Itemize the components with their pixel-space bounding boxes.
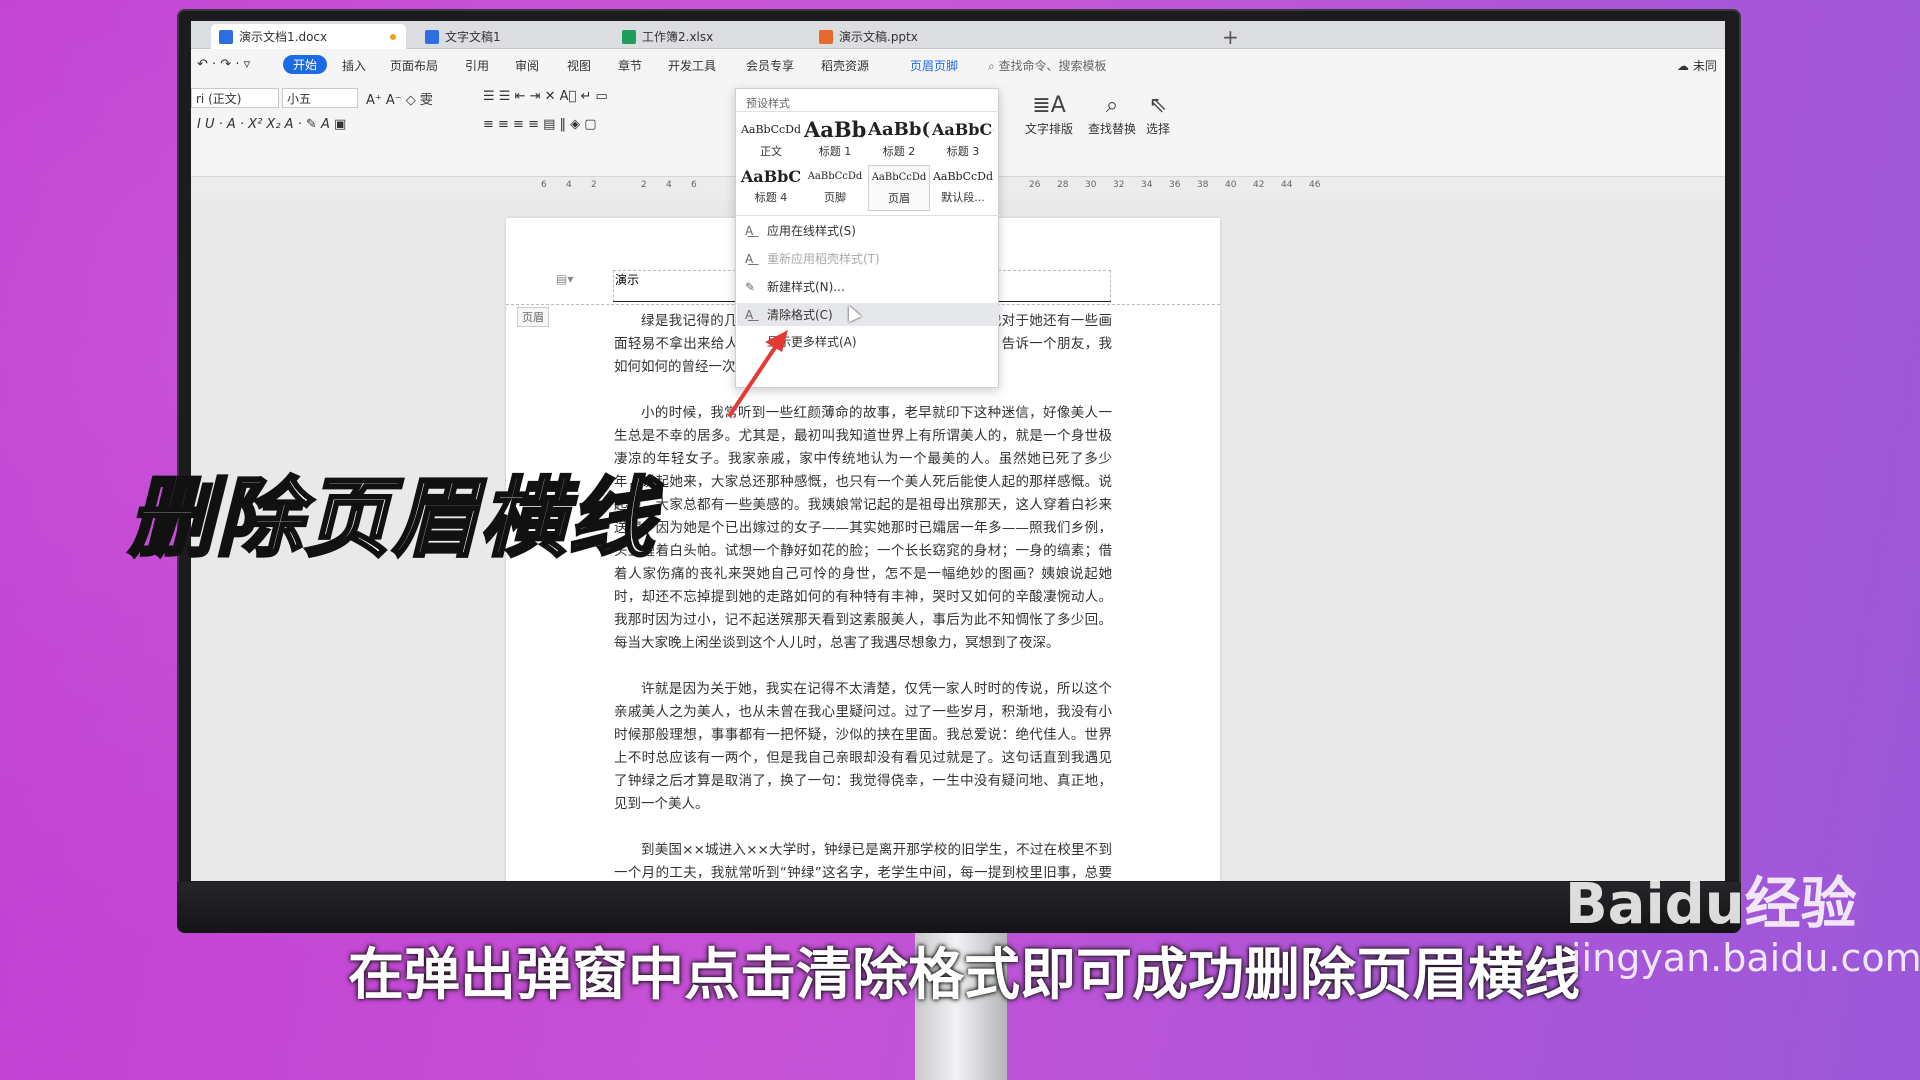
- overlay-title: 删除页眉横线: [127, 468, 656, 571]
- subtitle-caption: 在弹出弹窗中点击清除格式即可成功删除页眉横线: [348, 943, 1580, 1008]
- watermark-url: jingyan.baidu.com: [1571, 936, 1920, 980]
- arrow-head: [765, 330, 788, 352]
- baidu-watermark: Baidu经验 jingyan.baidu.com: [1565, 875, 1920, 981]
- watermark-brand: Baidu经验: [1565, 872, 1857, 937]
- arrow-shaft: [728, 341, 780, 417]
